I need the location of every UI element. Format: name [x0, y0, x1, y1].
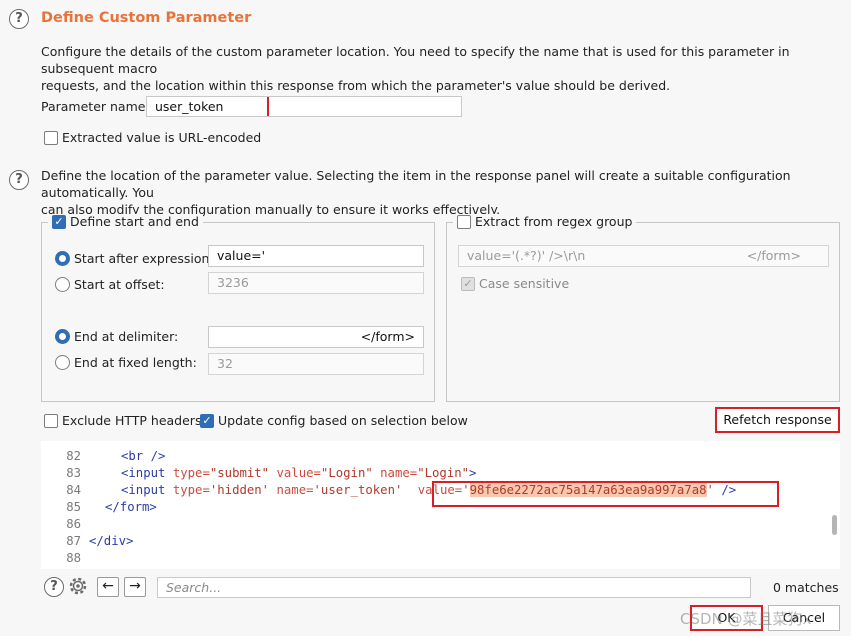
start-after-radio[interactable] [55, 251, 70, 266]
section1-description: Configure the details of the custom para… [41, 43, 841, 94]
code-scrollbar[interactable] [832, 515, 837, 535]
code-token: <input [121, 466, 166, 480]
exclude-headers-checkbox[interactable] [44, 414, 58, 428]
parameter-name-value: user_token [155, 99, 224, 114]
url-encoded-label: Extracted value is URL-encoded [62, 130, 262, 145]
start-end-legend: ✓ Define start and end [48, 214, 203, 229]
code-line-88: 88 [41, 551, 81, 565]
code-token: name= [380, 466, 418, 480]
search-placeholder: Search... [166, 580, 222, 595]
line-number: 82 [66, 449, 81, 463]
code-line-83: 83 <input type= "submit" value= "Login" na… [41, 466, 476, 480]
update-config-checkbox[interactable]: ✓ [200, 414, 214, 428]
code-token: </form> [105, 500, 157, 514]
end-delimiter-value: </form> [360, 329, 415, 344]
desc-line: Configure the details of the custom para… [41, 44, 790, 76]
exclude-headers-label: Exclude HTTP headers [62, 413, 202, 428]
code-token: <br /> [121, 449, 166, 463]
define-start-end-checkbox[interactable]: ✓ [52, 214, 66, 229]
code-token: "submit" [209, 466, 270, 480]
end-fixed-radio[interactable] [55, 355, 70, 370]
response-code-panel[interactable]: 82 <br /> 83 <input type= "submit" value=… [41, 441, 840, 569]
help-icon[interactable]: ? [9, 9, 29, 29]
define-start-end-label: Define start and end [70, 214, 199, 229]
refetch-response-label: Refetch response [723, 412, 832, 427]
case-sensitive-checkbox[interactable]: ✓ [461, 277, 475, 291]
code-token: "Login" [417, 466, 470, 480]
end-delimiter-label: End at delimiter: [74, 329, 179, 344]
search-input[interactable]: Search... [157, 577, 751, 598]
code-token: type= [172, 466, 210, 480]
code-token: </div> [89, 534, 134, 548]
line-number: 86 [66, 517, 81, 531]
start-offset-radio[interactable] [55, 277, 70, 292]
code-token: type= [172, 483, 210, 497]
end-delimiter-radio[interactable] [55, 329, 70, 344]
desc-line: Define the location of the parameter val… [41, 168, 791, 200]
case-sensitive-label: Case sensitive [479, 276, 570, 291]
line-number: 83 [66, 466, 81, 480]
parameter-name-label: Parameter name: [41, 99, 150, 114]
code-token: 'user_token' [313, 483, 403, 497]
regex-label: Extract from regex group [475, 214, 633, 229]
refetch-response-button[interactable]: Refetch response [715, 407, 840, 433]
match-count: 0 matches [773, 580, 839, 595]
end-delimiter-input[interactable]: </form> [208, 326, 424, 348]
start-after-input[interactable]: value=' [208, 245, 424, 267]
line-number: 85 [66, 500, 81, 514]
regex-checkbox[interactable] [457, 214, 471, 229]
code-token: value= [276, 466, 321, 480]
parameter-name-input[interactable]: user_token [146, 96, 462, 117]
start-offset-label: Start at offset: [74, 277, 165, 292]
regex-input[interactable]: value='(.*?)' />\r\n </form> [458, 245, 829, 267]
csdn-watermark: CSDN @菜且菜狗x [680, 610, 812, 628]
help-icon[interactable]: ? [44, 577, 64, 597]
end-fixed-label: End at fixed length: [74, 355, 197, 370]
update-config-label: Update config based on selection below [218, 413, 468, 428]
desc-line: requests, and the location within this r… [41, 78, 671, 93]
line-number: 84 [66, 483, 81, 497]
regex-value: value='(.*?)' />\r\n [467, 248, 586, 263]
code-token: 'hidden' [209, 483, 270, 497]
regex-legend: Extract from regex group [453, 214, 637, 229]
code-token: > [469, 466, 477, 480]
code-line-82: 82 <br /> [41, 449, 165, 463]
code-token: name= [276, 483, 314, 497]
section2-description: Define the location of the parameter val… [41, 167, 841, 218]
help-icon[interactable]: ? [9, 170, 29, 190]
url-encoded-checkbox[interactable] [44, 131, 58, 145]
code-line-85: 85 </form> [41, 500, 157, 514]
previous-arrow-icon[interactable]: ← [97, 577, 119, 597]
settings-gear-icon[interactable] [67, 575, 89, 597]
highlight-box [432, 481, 779, 507]
code-line-87: 87 </div> [41, 534, 133, 548]
code-token: <input [121, 483, 166, 497]
line-number: 87 [66, 534, 81, 548]
dialog-title: Define Custom Parameter [41, 10, 252, 26]
code-line-86: 86 [41, 517, 81, 531]
line-number: 88 [66, 551, 81, 565]
regex-end-value: </form> [746, 248, 801, 263]
code-token: "Login" [320, 466, 373, 480]
start-after-label: Start after expression: [74, 251, 214, 266]
start-offset-input[interactable]: 3236 [208, 272, 424, 294]
next-arrow-icon[interactable]: → [124, 577, 146, 597]
end-fixed-input[interactable]: 32 [208, 353, 424, 375]
